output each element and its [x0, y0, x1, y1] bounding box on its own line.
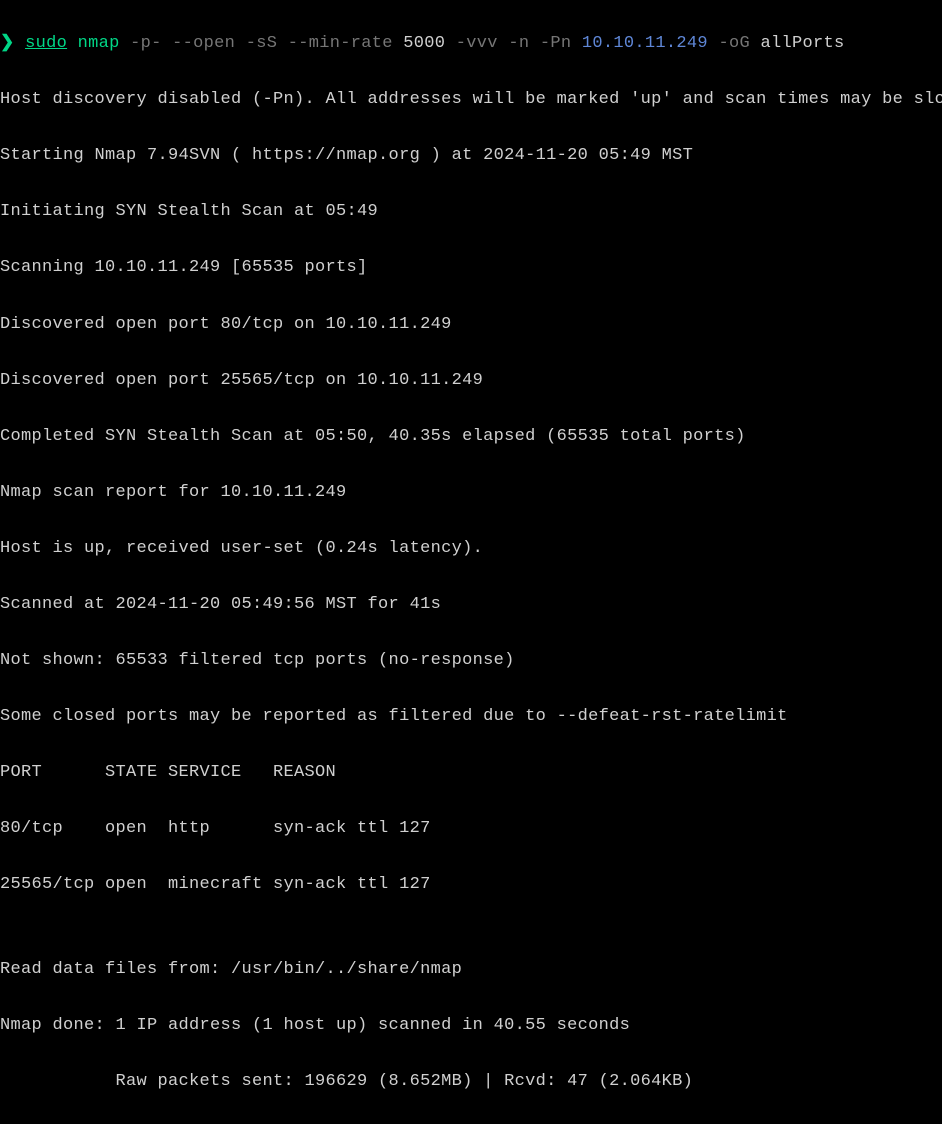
- nmap-cmd: nmap: [78, 34, 120, 53]
- output-line: Scanning 10.10.11.249 [65535 ports]: [0, 254, 942, 282]
- command-line: ❯ sudo nmap -p- --open -sS --min-rate 50…: [0, 30, 942, 58]
- target-ip: 10.10.11.249: [582, 34, 708, 53]
- flag-ports: -p-: [130, 34, 162, 53]
- port-table-header: PORT STATE SERVICE REASON: [0, 759, 942, 787]
- flag-noping: -Pn: [540, 34, 572, 53]
- flag-open: --open: [172, 34, 235, 53]
- prompt-arrow-icon: ❯: [0, 34, 15, 53]
- output-line: Read data files from: /usr/bin/../share/…: [0, 956, 942, 984]
- flag-output: -oG: [718, 34, 750, 53]
- output-line: Raw packets sent: 196629 (8.652MB) | Rcv…: [0, 1068, 942, 1096]
- output-line: Nmap scan report for 10.10.11.249: [0, 479, 942, 507]
- port-table-row: 80/tcp open http syn-ack ttl 127: [0, 815, 942, 843]
- output-line: Discovered open port 80/tcp on 10.10.11.…: [0, 311, 942, 339]
- output-line: Scanned at 2024-11-20 05:49:56 MST for 4…: [0, 591, 942, 619]
- flag-verbose: -vvv: [456, 34, 498, 53]
- flag-minrate: --min-rate: [288, 34, 393, 53]
- output-line: Nmap done: 1 IP address (1 host up) scan…: [0, 1012, 942, 1040]
- output-line: Host discovery disabled (-Pn). All addre…: [0, 86, 942, 114]
- output-line: Starting Nmap 7.94SVN ( https://nmap.org…: [0, 142, 942, 170]
- flag-nodns: -n: [508, 34, 529, 53]
- port-table-row: 25565/tcp open minecraft syn-ack ttl 127: [0, 871, 942, 899]
- sudo-cmd: sudo: [25, 34, 67, 53]
- output-line: Host is up, received user-set (0.24s lat…: [0, 535, 942, 563]
- output-line: Not shown: 65533 filtered tcp ports (no-…: [0, 647, 942, 675]
- rate-value: 5000: [403, 34, 445, 53]
- output-line: Some closed ports may be reported as fil…: [0, 703, 942, 731]
- output-line: Completed SYN Stealth Scan at 05:50, 40.…: [0, 423, 942, 451]
- outfile-name: allPorts: [760, 34, 844, 53]
- output-line: Discovered open port 25565/tcp on 10.10.…: [0, 367, 942, 395]
- flag-syn: -sS: [246, 34, 278, 53]
- output-line: Initiating SYN Stealth Scan at 05:49: [0, 198, 942, 226]
- terminal-window[interactable]: ❯ sudo nmap -p- --open -sS --min-rate 50…: [0, 2, 942, 1124]
